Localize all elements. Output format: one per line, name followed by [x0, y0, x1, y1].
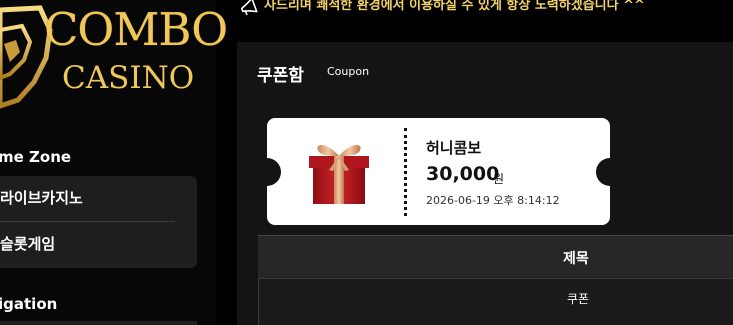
notice-text: 사드리며 쾌적한 환경에서 이용하실 수 있게 항상 노력하겠습니다 ^^ [264, 0, 645, 13]
coupon-name: 허니콤보 [426, 139, 482, 157]
coupon-perforation [404, 128, 407, 216]
sidebar: COMBO CASINO me Zone 라이브카지노 슬롯게임 igation [0, 0, 228, 325]
logo-wordmark-casino: CASINO [62, 60, 195, 96]
table-header: 제목 [258, 235, 733, 279]
logo-wordmark-combo: COMBO [44, 3, 228, 56]
gift-box-icon [309, 145, 369, 204]
column-header-title: 제목 [563, 251, 589, 267]
coupon-card[interactable]: 허니콤보 30,000 원 2026-06-19 오후 8:14:12 [253, 118, 624, 225]
menu-item-slot-game[interactable]: 슬롯게임 [0, 222, 175, 267]
page-subtitle: Coupon [327, 65, 370, 78]
game-menu: 라이브카지노 슬롯게임 [0, 176, 197, 268]
game-zone-heading: me Zone [0, 148, 72, 166]
ticket-notch-left [253, 158, 281, 186]
navigation-menu-edge [0, 321, 197, 325]
coupon-date: 2026-06-19 오후 8:14:12 [426, 194, 560, 207]
page-title: 쿠폰함 [257, 66, 304, 86]
megaphone-icon [240, 0, 258, 16]
table-row[interactable]: 쿠폰 [258, 278, 733, 325]
menu-item-live-casino[interactable]: 라이브카지노 [0, 176, 175, 221]
coupon-panel: 쿠폰함 Coupon 허니콤보 30,000 원 2026-06-19 오후 8… [237, 42, 733, 325]
coupon-table: 제목 쿠폰 [258, 235, 733, 325]
coupon-amount: 30,000 [426, 163, 500, 185]
navigation-heading: igation [0, 295, 58, 313]
coupon-currency-unit: 원 [493, 172, 505, 186]
casino-logo[interactable]: COMBO CASINO [0, 0, 228, 110]
ticket-notch-right [596, 158, 624, 186]
table-cell-title: 쿠폰 [567, 292, 590, 306]
